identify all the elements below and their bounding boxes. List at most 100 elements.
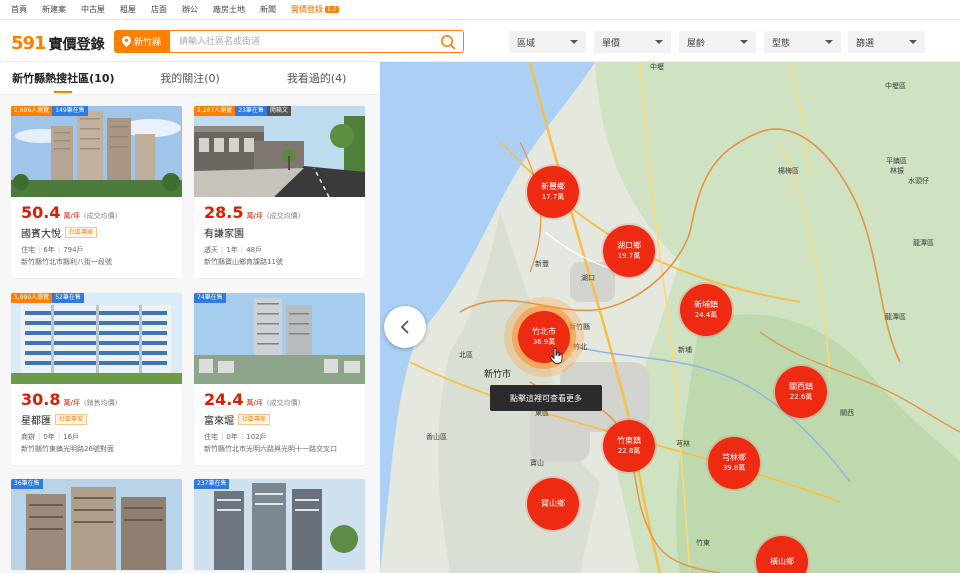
- map-view[interactable]: 中壢 中壢區 平鎮區 林振 水頭仔 楊梅區 龍潭區 龍潭區 新豐 湖口 新竹縣 …: [380, 62, 960, 573]
- community-card[interactable]: 1,990人瀏覽 52筆在售 30.8 萬/坪 (銷售均價) 星都匯 社區專家 商辦 | 0…: [11, 293, 182, 465]
- nav-offices[interactable]: 辦公: [182, 4, 198, 15]
- district-bubble-xinpu[interactable]: 新埔鎮 24.4萬: [680, 284, 732, 336]
- district-bubble-zhudong[interactable]: 竹東鎮 22.8萬: [603, 420, 655, 472]
- map-label: 寶山: [530, 459, 544, 467]
- chevron-down-icon: [740, 40, 748, 44]
- community-name: 國賓大悅: [21, 229, 61, 240]
- district-bubble-qionglin[interactable]: 芎林鄉 39.8萬: [708, 437, 760, 489]
- community-card[interactable]: 36筆在售: [11, 479, 182, 570]
- nav-home[interactable]: 首頁: [11, 4, 27, 15]
- district-name: 橫山鄉: [770, 557, 794, 566]
- map-label: 竹北: [573, 343, 587, 351]
- filter-more-label: 篩選: [856, 38, 875, 49]
- search-input[interactable]: [169, 30, 464, 53]
- on-sale-badge: 74筆在售: [194, 293, 226, 303]
- tab-hot-communities[interactable]: 新竹縣熱搜社區(10): [0, 62, 127, 94]
- search-icon[interactable]: [440, 34, 456, 50]
- logo[interactable]: 591 實價登錄: [11, 33, 105, 54]
- district-bubble-guanxi[interactable]: 關西鎮 22.6萬: [775, 366, 827, 418]
- nav-news[interactable]: 新聞: [260, 4, 276, 15]
- top-nav: 首頁 新建案 中古屋 租屋 店面 辦公 廠房土地 新聞 實價登錄 1.0: [0, 0, 960, 20]
- views-badge: 2,696人瀏覽: [11, 106, 53, 116]
- views-badge: 1,990人瀏覽: [11, 293, 53, 303]
- community-photo: 1,990人瀏覽 52筆在售: [11, 293, 182, 384]
- map-label: 龍潭區: [885, 313, 906, 321]
- community-card[interactable]: 2,696人瀏覽 149筆在售 50.4 萬/坪 (成交均價) 國賓大悅 社區專家 住宅…: [11, 106, 182, 278]
- community-address: 新竹縣竹北市縣利八街一段號: [21, 258, 112, 266]
- nav-new-projects[interactable]: 新建案: [42, 4, 66, 15]
- community-name: 富來堀: [204, 416, 234, 427]
- tab-my-watchlist[interactable]: 我的關注(0): [127, 62, 254, 94]
- on-sale-badge: 52筆在售: [52, 293, 84, 303]
- price-unit: 萬/坪: [246, 212, 263, 220]
- expert-tag: 社區專家: [55, 414, 88, 425]
- district-price: 17.7萬: [541, 193, 565, 201]
- meta-units: 16戶: [63, 433, 80, 441]
- logo-number: 591: [11, 33, 47, 54]
- nav-shops[interactable]: 店面: [151, 4, 167, 15]
- community-photo: 237筆在售: [194, 479, 365, 570]
- chevron-down-icon: [825, 40, 833, 44]
- price-type: (銷售均價): [83, 399, 118, 407]
- chevron-down-icon: [909, 40, 917, 44]
- filter-type-label: 型態: [772, 38, 791, 49]
- community-card[interactable]: 237筆在售: [194, 479, 365, 570]
- nav-price-registry-label: 實價登錄: [291, 5, 323, 14]
- district-bubble-xinfeng[interactable]: 新豐鄉 17.7萬: [527, 166, 579, 218]
- filter-more-dropdown[interactable]: 篩選: [848, 31, 925, 53]
- price-unit: 萬/坪: [63, 399, 80, 407]
- map-label: 芎林: [676, 440, 690, 448]
- collapse-panel-button[interactable]: [384, 306, 426, 348]
- community-name: 星都匯: [21, 416, 51, 427]
- nav-factory-land[interactable]: 廠房土地: [213, 4, 245, 15]
- district-bubble-baoshan[interactable]: 寶山鄉: [527, 478, 579, 530]
- meta-age: 0年: [43, 433, 55, 441]
- price-type: (成交均價): [266, 399, 301, 407]
- meta-type: 透天: [204, 246, 218, 254]
- community-card[interactable]: 74筆在售 24.4 萬/坪 (成交均價) 富來堀 社區專家 住宅 | 0年 | 102戶 新…: [194, 293, 365, 465]
- map-label: 平鎮區: [886, 157, 907, 165]
- meta-type: 住宅: [204, 433, 218, 441]
- community-photo: 2,287人瀏覽 23筆在售 開箱文: [194, 106, 365, 197]
- map-label: 北區: [459, 351, 473, 359]
- district-bubble-hukou[interactable]: 湖口鄉 19.7萬: [603, 225, 655, 277]
- district-price: 22.8萬: [617, 447, 641, 455]
- filter-type-dropdown[interactable]: 型態: [764, 31, 841, 53]
- district-name: 竹北市: [532, 327, 556, 336]
- nav-used-houses[interactable]: 中古屋: [81, 4, 105, 15]
- chevron-down-icon: [655, 40, 663, 44]
- district-name: 關西鎮: [789, 382, 813, 391]
- community-name: 有謙家園: [204, 229, 244, 240]
- city-select-button[interactable]: 新竹縣: [114, 30, 169, 53]
- map-label: 新豐: [535, 260, 549, 268]
- filter-unit-price-dropdown[interactable]: 單價: [594, 31, 671, 53]
- map-label: 新竹縣: [569, 323, 590, 331]
- chevron-left-icon: [400, 320, 409, 334]
- community-photo: 74筆在售: [194, 293, 365, 384]
- filter-unit-price-label: 單價: [602, 38, 621, 49]
- district-name: 竹東鎮: [617, 436, 641, 445]
- list-tabs: 新竹縣熱搜社區(10) 我的關注(0) 我看過的(4): [0, 62, 380, 95]
- price-value: 24.4: [204, 390, 244, 409]
- tab-viewed[interactable]: 我看過的(4): [253, 62, 380, 94]
- map-label: 關西: [840, 409, 854, 417]
- community-meta: 住宅 | 0年 | 102戶: [204, 433, 267, 441]
- filter-region-dropdown[interactable]: 區域: [509, 31, 586, 53]
- community-card[interactable]: 2,287人瀏覽 23筆在售 開箱文 28.5 萬/坪 (成交均價) 有謙家園 透天 | 1…: [194, 106, 365, 278]
- price-type: (成交均價): [83, 212, 118, 220]
- meta-type: 商辦: [21, 433, 35, 441]
- meta-age: 6年: [43, 246, 55, 254]
- price-type: (成交均價): [266, 212, 301, 220]
- district-name: 新豐鄉: [541, 182, 565, 191]
- community-address: 新竹縣寶山鄉育課路11號: [204, 258, 283, 266]
- nav-rent[interactable]: 租屋: [120, 4, 136, 15]
- price-value: 30.8: [21, 390, 61, 409]
- community-meta: 透天 | 1年 | 48戶: [204, 246, 263, 254]
- community-meta: 住宅 | 6年 | 794戶: [21, 246, 84, 254]
- map-label: 楊梅區: [778, 167, 799, 175]
- nav-price-registry[interactable]: 實價登錄 1.0: [291, 4, 339, 15]
- on-sale-badge: 36筆在售: [11, 479, 43, 489]
- location-pin-icon: [121, 36, 131, 47]
- filter-age-dropdown[interactable]: 屋齡: [679, 31, 756, 53]
- map-background: [380, 62, 960, 573]
